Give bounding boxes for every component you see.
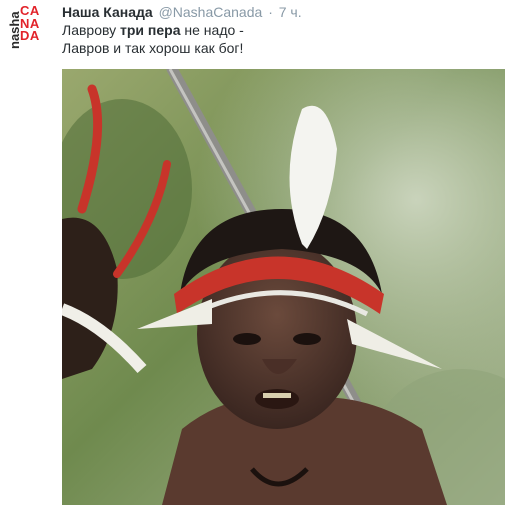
tweet: nasha CA NA DA Наша Канада @NashaCanada …: [0, 0, 514, 505]
account-name[interactable]: Наша Канада: [62, 4, 153, 20]
tweet-header: Наша Канада @NashaCanada · 7 ч.: [62, 3, 302, 21]
avatar[interactable]: nasha CA NA DA: [6, 4, 50, 57]
tweet-photo[interactable]: [62, 69, 505, 505]
tweet-text-line-2: Лавров и так хорош как бог!: [62, 40, 244, 56]
tweet-text: Лаврову три пера не надо - Лавров и так …: [62, 21, 502, 57]
photo-image: [62, 69, 505, 505]
tweet-text-line-1: Лаврову три пера не надо -: [62, 21, 502, 39]
account-handle[interactable]: @NashaCanada: [159, 4, 263, 20]
tweet-text-bold: три пера: [120, 22, 181, 38]
tweet-text-part: Лаврову: [62, 22, 121, 38]
tweet-text-part: не надо -: [180, 22, 244, 38]
avatar-logo-line-3: DA: [20, 28, 40, 43]
avatar-logo-canada: CA NA DA: [20, 4, 50, 43]
tweet-timestamp[interactable]: 7 ч.: [279, 4, 302, 20]
header-separator: ·: [268, 4, 273, 20]
